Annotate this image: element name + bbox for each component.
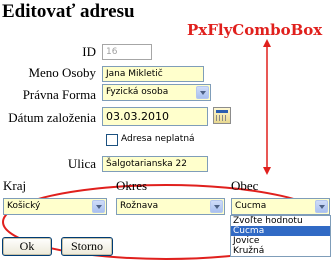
meno-osoby-label: Meno Osoby xyxy=(28,65,96,80)
id-label: ID xyxy=(82,44,96,59)
chevron-down-icon[interactable] xyxy=(196,86,209,99)
adresa-neplatna-checkbox[interactable] xyxy=(106,134,118,146)
obec-select[interactable]: Cucma xyxy=(231,198,330,215)
list-item[interactable]: Jovice xyxy=(231,236,330,246)
kraj-label: Kraj xyxy=(3,178,27,193)
okres-value: Rožnava xyxy=(120,201,159,211)
datum-zalozenia-label: Dátum založenia xyxy=(8,110,96,125)
kraj-select[interactable]: Košický xyxy=(3,198,107,215)
ulica-label: Ulica xyxy=(67,156,96,171)
pravna-forma-value: Fyzická osoba xyxy=(106,87,169,97)
calendar-icon[interactable] xyxy=(213,107,231,124)
list-item[interactable]: Kružná xyxy=(231,246,330,256)
obec-dropdown-list[interactable]: Zvoľte hodnotu Cucma Jovice Kružná xyxy=(230,215,331,257)
chevron-down-icon[interactable] xyxy=(315,200,328,213)
annotation-arrow-head-top xyxy=(263,39,271,47)
meno-osoby-field[interactable]: Jana Mikletič xyxy=(102,66,204,82)
pravna-forma-select[interactable]: Fyzická osoba xyxy=(102,84,211,101)
adresa-neplatna-label: Adresa neplatná xyxy=(121,134,195,144)
list-item[interactable]: Zvoľte hodnotu xyxy=(231,216,330,226)
pravna-forma-label: Právna Forma xyxy=(22,87,96,102)
ok-button[interactable]: Ok xyxy=(2,237,52,256)
chevron-down-icon[interactable] xyxy=(92,200,105,213)
list-item-selected[interactable]: Cucma xyxy=(231,226,330,236)
kraj-value: Košický xyxy=(7,201,41,211)
ulica-field[interactable]: Šalgotarianska 22 xyxy=(102,156,208,172)
okres-label: Okres xyxy=(116,178,148,193)
storno-button[interactable]: Storno xyxy=(61,237,113,256)
obec-label: Obec xyxy=(231,178,259,193)
id-field[interactable]: 16 xyxy=(102,44,152,60)
okres-select[interactable]: Rožnava xyxy=(116,198,225,215)
datum-zalozenia-field[interactable]: 03.03.2010 xyxy=(102,107,208,126)
chevron-down-icon[interactable] xyxy=(210,200,223,213)
annotation-arrow-head-bottom xyxy=(263,167,271,175)
obec-value: Cucma xyxy=(235,201,267,211)
